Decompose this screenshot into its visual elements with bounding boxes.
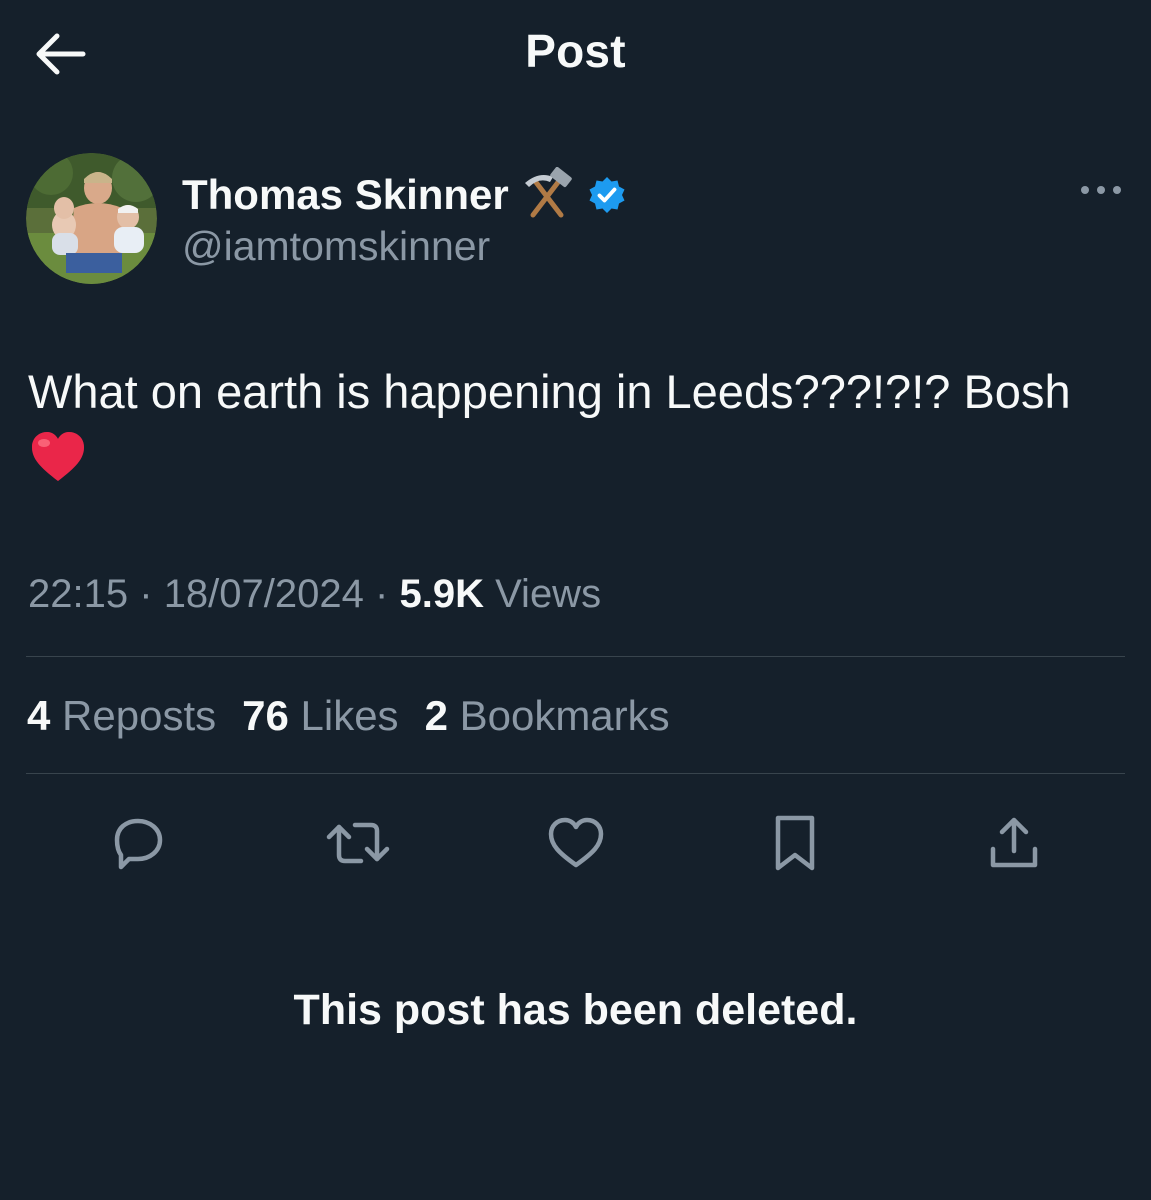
reply-button[interactable] — [103, 808, 173, 878]
avatar-image — [26, 153, 157, 284]
bookmark-icon — [775, 815, 815, 871]
likes-label: Likes — [300, 692, 399, 739]
bookmark-button[interactable] — [760, 808, 830, 878]
author-name-line: Thomas Skinner — [182, 167, 627, 223]
share-button[interactable] — [979, 808, 1049, 878]
reply-icon — [114, 818, 163, 870]
deleted-notice: This post has been deleted. — [293, 986, 858, 1034]
views-count: 5.9K — [399, 572, 484, 616]
meta-separator: · — [375, 572, 389, 616]
like-icon — [548, 817, 604, 868]
post-time[interactable]: 22:15 — [28, 572, 128, 616]
post-body: What on earth is happening in Leeds???!?… — [28, 360, 1128, 485]
hammer-and-pick-icon — [519, 167, 575, 223]
repost-icon — [326, 822, 390, 864]
share-icon — [990, 817, 1038, 868]
more-options-button[interactable] — [1076, 175, 1126, 205]
likes-count: 76 — [242, 692, 289, 739]
reposts-count: 4 — [27, 692, 51, 739]
post-meta: 22:15 · 18/07/2024 · 5.9K Views — [28, 572, 601, 617]
more-dots-icon — [1081, 186, 1121, 194]
red-heart-icon — [32, 432, 84, 481]
author-name[interactable]: Thomas Skinner — [182, 171, 509, 219]
like-button[interactable] — [541, 808, 611, 878]
bookmarks-count: 2 — [424, 692, 448, 739]
divider — [26, 656, 1125, 657]
page-title: Post — [525, 25, 626, 77]
divider — [26, 773, 1125, 774]
meta-separator: · — [139, 572, 153, 616]
post-text: What on earth is happening in Leeds???!?… — [28, 365, 1071, 418]
action-bar — [0, 800, 1151, 880]
verified-badge-icon[interactable] — [587, 175, 627, 215]
author-handle[interactable]: @iamtomskinner — [182, 223, 490, 270]
bookmarks-label: Bookmarks — [459, 692, 670, 739]
post-date[interactable]: 18/07/2024 — [164, 572, 364, 616]
repost-button[interactable] — [323, 808, 393, 878]
reposts-label: Reposts — [62, 692, 217, 739]
author-row: Thomas Skinner @iamtomskinner — [26, 153, 1126, 288]
avatar[interactable] — [26, 153, 157, 284]
reposts-stat[interactable]: 4 Reposts — [27, 692, 216, 740]
bookmarks-stat[interactable]: 2 Bookmarks — [425, 692, 670, 740]
post-stats: 4 Reposts 76 Likes 2 Bookmarks — [27, 692, 670, 740]
top-bar: Post — [0, 0, 1151, 110]
views-label: Views — [495, 572, 602, 616]
likes-stat[interactable]: 76 Likes — [242, 692, 398, 740]
